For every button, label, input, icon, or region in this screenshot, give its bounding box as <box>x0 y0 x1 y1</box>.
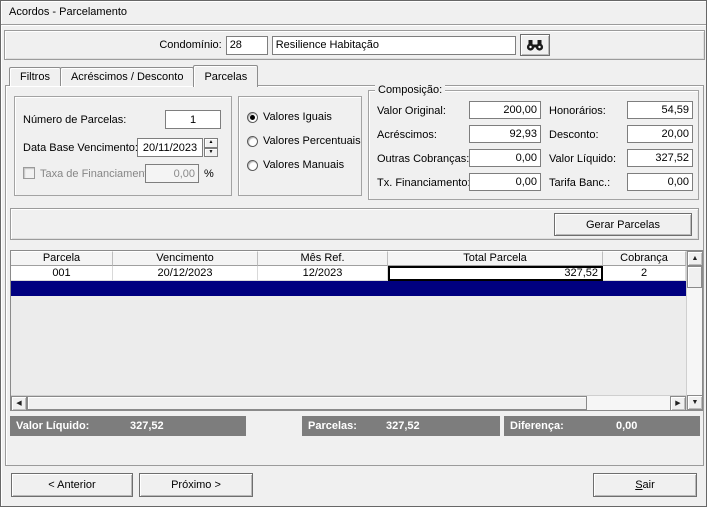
tab-bar: Filtros Acréscimos / Desconto Parcelas <box>9 65 259 87</box>
tab-parcelas[interactable]: Parcelas <box>193 65 259 87</box>
tarifa-banc-input[interactable] <box>627 173 693 191</box>
gerar-parcelas-strip: Gerar Parcelas <box>10 208 699 240</box>
horizontal-scrollbar[interactable]: ◀ ▶ <box>11 395 686 411</box>
tab-acrescimos-desconto[interactable]: Acréscimos / Desconto <box>59 67 195 86</box>
search-condominio-button[interactable] <box>519 34 550 56</box>
binoculars-icon <box>526 39 543 51</box>
tab-filtros[interactable]: Filtros <box>9 67 61 86</box>
taxa-financiamento-checkbox[interactable] <box>23 167 35 179</box>
spin-up-icon[interactable]: ▲ <box>204 138 218 148</box>
acordos-parcelamento-window: Acordos - Parcelamento Condomínio: Filtr… <box>0 0 707 507</box>
outras-cobrancas-input[interactable] <box>469 149 541 167</box>
cell-parcela: 001 <box>11 266 113 281</box>
column-header-parcela: Parcela <box>11 251 113 266</box>
percent-suffix-label: % <box>204 168 214 180</box>
total-diferenca-value: 0,00 <box>616 420 638 432</box>
parcelas-tabpage: Número de Parcelas: Data Base Vencimento… <box>5 84 704 466</box>
tx-financiamento-label: Tx. Financiamento: <box>377 177 471 189</box>
desconto-input[interactable] <box>627 125 693 143</box>
gerar-parcelas-button[interactable]: Gerar Parcelas <box>554 213 692 236</box>
sair-button[interactable]: Sair <box>593 473 697 497</box>
parcelas-grid: Parcela Vencimento Mês Ref. Total Parcel… <box>10 250 703 411</box>
total-valor-liquido-value: 327,52 <box>130 420 164 432</box>
cell-mes-ref: 12/2023 <box>258 266 388 281</box>
total-parcelas: Parcelas: 327,52 <box>302 416 500 436</box>
vertical-scrollbar[interactable]: ▲ ▼ <box>686 251 703 410</box>
total-valor-liquido-label: Valor Líquido: <box>16 420 90 432</box>
window-title: Acordos - Parcelamento <box>1 1 706 25</box>
valores-modo-groupbox: Valores Iguais Valores Percentuais Valor… <box>238 96 362 196</box>
table-row[interactable]: 001 20/12/2023 12/2023 327,52 2 <box>11 266 686 281</box>
grid-empty-area <box>11 296 686 395</box>
total-valor-liquido: Valor Líquido: 327,52 <box>10 416 246 436</box>
tx-financiamento-input[interactable] <box>469 173 541 191</box>
condominio-panel: Condomínio: <box>4 30 705 60</box>
honorarios-input[interactable] <box>627 101 693 119</box>
column-header-total-parcela: Total Parcela <box>388 251 603 266</box>
horizontal-scroll-thumb[interactable] <box>27 396 587 410</box>
radio-label: Valores Iguais <box>263 111 332 123</box>
data-base-input[interactable] <box>137 138 203 157</box>
honorarios-label: Honorários: <box>549 105 606 117</box>
scroll-left-icon[interactable]: ◀ <box>11 396 27 411</box>
radio-valores-manuais[interactable]: Valores Manuais <box>247 159 344 171</box>
numero-parcelas-label: Número de Parcelas: <box>23 114 127 126</box>
data-base-spinner: ▲ ▼ <box>204 138 218 157</box>
radio-selected-icon <box>247 111 258 123</box>
total-diferenca: Diferença: 0,00 <box>504 416 700 436</box>
parcelas-config-groupbox: Número de Parcelas: Data Base Vencimento… <box>14 96 232 196</box>
condominio-code-input[interactable] <box>225 35 268 55</box>
total-parcelas-value: 327,52 <box>386 420 420 432</box>
tarifa-banc-label: Tarifa Banc.: <box>549 177 611 189</box>
radio-label: Valores Manuais <box>263 159 345 171</box>
radio-valores-percentuais[interactable]: Valores Percentuais <box>247 135 361 147</box>
grid-main: Parcela Vencimento Mês Ref. Total Parcel… <box>11 251 686 411</box>
composicao-title: Composição: <box>375 84 446 96</box>
outras-cobrancas-label: Outras Cobranças: <box>377 153 470 165</box>
data-base-label: Data Base Vencimento: <box>23 142 138 154</box>
valor-liquido-input[interactable] <box>627 149 693 167</box>
acrescimos-input[interactable] <box>469 125 541 143</box>
valor-original-label: Valor Original: <box>377 105 446 117</box>
cell-total-parcela-focused[interactable]: 327,52 <box>388 266 603 281</box>
composicao-groupbox: Composição: Valor Original: Honorários: … <box>368 84 699 200</box>
proximo-button[interactable]: Próximo > <box>139 473 253 497</box>
total-diferenca-label: Diferença: <box>510 420 564 432</box>
scroll-down-icon[interactable]: ▼ <box>687 395 703 410</box>
anterior-button[interactable]: < Anterior <box>11 473 133 497</box>
spin-down-icon[interactable]: ▼ <box>204 147 218 157</box>
condominio-name-input[interactable] <box>271 35 516 55</box>
condominio-label: Condomínio: <box>159 39 222 51</box>
scroll-up-icon[interactable]: ▲ <box>687 251 703 266</box>
radio-label: Valores Percentuais <box>263 135 361 147</box>
taxa-financiamento-input <box>145 164 199 183</box>
cell-vencimento: 20/12/2023 <box>113 266 258 281</box>
sair-button-label: Sair <box>635 479 655 491</box>
cell-cobranca: 2 <box>603 266 686 281</box>
total-parcelas-label: Parcelas: <box>308 420 357 432</box>
column-header-cobranca: Cobrança <box>603 251 686 266</box>
scroll-right-icon[interactable]: ▶ <box>670 396 686 411</box>
valor-original-input[interactable] <box>469 101 541 119</box>
column-header-vencimento: Vencimento <box>113 251 258 266</box>
radio-icon <box>247 159 258 171</box>
column-header-mes-ref: Mês Ref. <box>258 251 388 266</box>
grid-header-row: Parcela Vencimento Mês Ref. Total Parcel… <box>11 251 686 266</box>
horizontal-scroll-track[interactable] <box>587 396 670 410</box>
taxa-financiamento-label: Taxa de Financiamento <box>40 168 154 180</box>
vertical-scroll-thumb[interactable] <box>687 266 702 288</box>
numero-parcelas-input[interactable] <box>165 110 221 129</box>
desconto-label: Desconto: <box>549 129 599 141</box>
radio-valores-iguais[interactable]: Valores Iguais <box>247 111 332 123</box>
valor-liquido-label: Valor Líquido: <box>549 153 617 165</box>
acrescimos-label: Acréscimos: <box>377 129 437 141</box>
selected-empty-row[interactable] <box>11 281 686 296</box>
radio-icon <box>247 135 258 147</box>
vertical-scroll-track[interactable] <box>687 288 702 395</box>
